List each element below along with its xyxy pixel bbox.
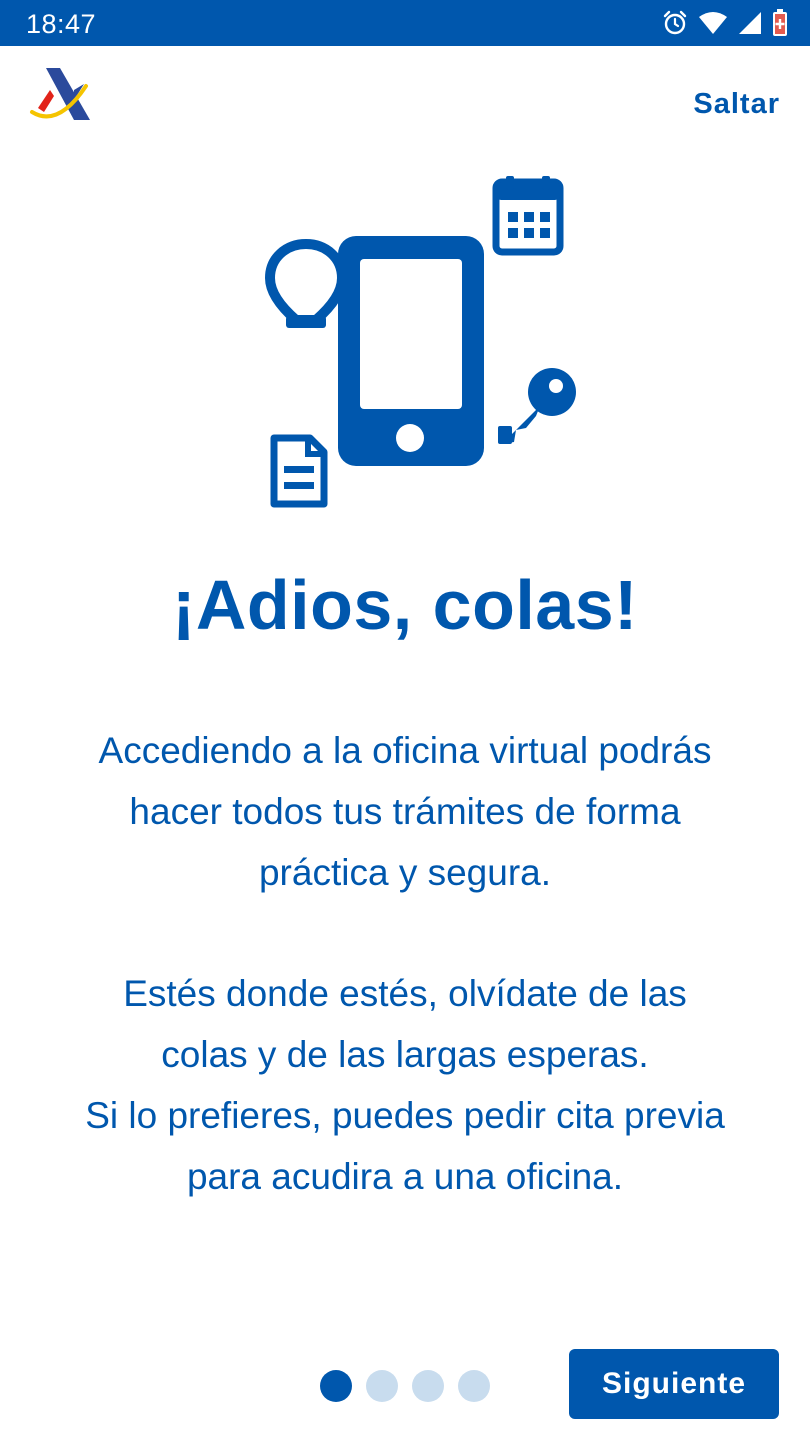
status-time: 18:47 xyxy=(26,9,97,39)
description-line: para acudira a una oficina. xyxy=(186,1156,624,1197)
description-line: Estés donde estés, olvídate de las xyxy=(123,973,687,1014)
page-dot-2[interactable] xyxy=(366,1370,398,1402)
page-dot-1[interactable] xyxy=(320,1370,352,1402)
page-dot-3[interactable] xyxy=(412,1370,444,1402)
description-line: colas y de las largas esperas. xyxy=(161,1034,649,1075)
signal-icon xyxy=(739,12,761,34)
skip-button[interactable]: Saltar xyxy=(693,88,780,121)
illustration xyxy=(265,176,576,508)
status-bar: 18:47 xyxy=(0,0,810,46)
phone-icon xyxy=(338,236,484,466)
description-line: hacer todos tus trámites de forma xyxy=(129,791,681,832)
page-dot-4[interactable] xyxy=(458,1370,490,1402)
page-title: ¡Adios, colas! xyxy=(172,566,638,644)
status-icons xyxy=(662,8,788,38)
wifi-icon xyxy=(699,12,727,34)
description-line: Accediendo a la oficina virtual podrás xyxy=(98,730,712,771)
description-line: Si lo prefieres, puedes pedir cita previ… xyxy=(85,1095,725,1136)
lightbulb-icon xyxy=(265,239,347,328)
page-indicator xyxy=(320,1370,490,1402)
aeat-logo xyxy=(30,68,90,120)
alarm-icon xyxy=(663,10,687,35)
description-line: práctica y segura. xyxy=(258,852,552,893)
battery-icon xyxy=(773,9,787,36)
header: Saltar xyxy=(0,46,810,156)
calendar-icon xyxy=(492,176,564,256)
key-icon xyxy=(498,368,576,444)
document-icon xyxy=(270,434,328,508)
description-paragraph-2: Estés donde estés, olvídate de las colas… xyxy=(40,963,770,1207)
description-paragraph-1: Accediendo a la oficina virtual podrás h… xyxy=(40,720,770,903)
next-button[interactable]: Siguiente xyxy=(569,1349,779,1419)
